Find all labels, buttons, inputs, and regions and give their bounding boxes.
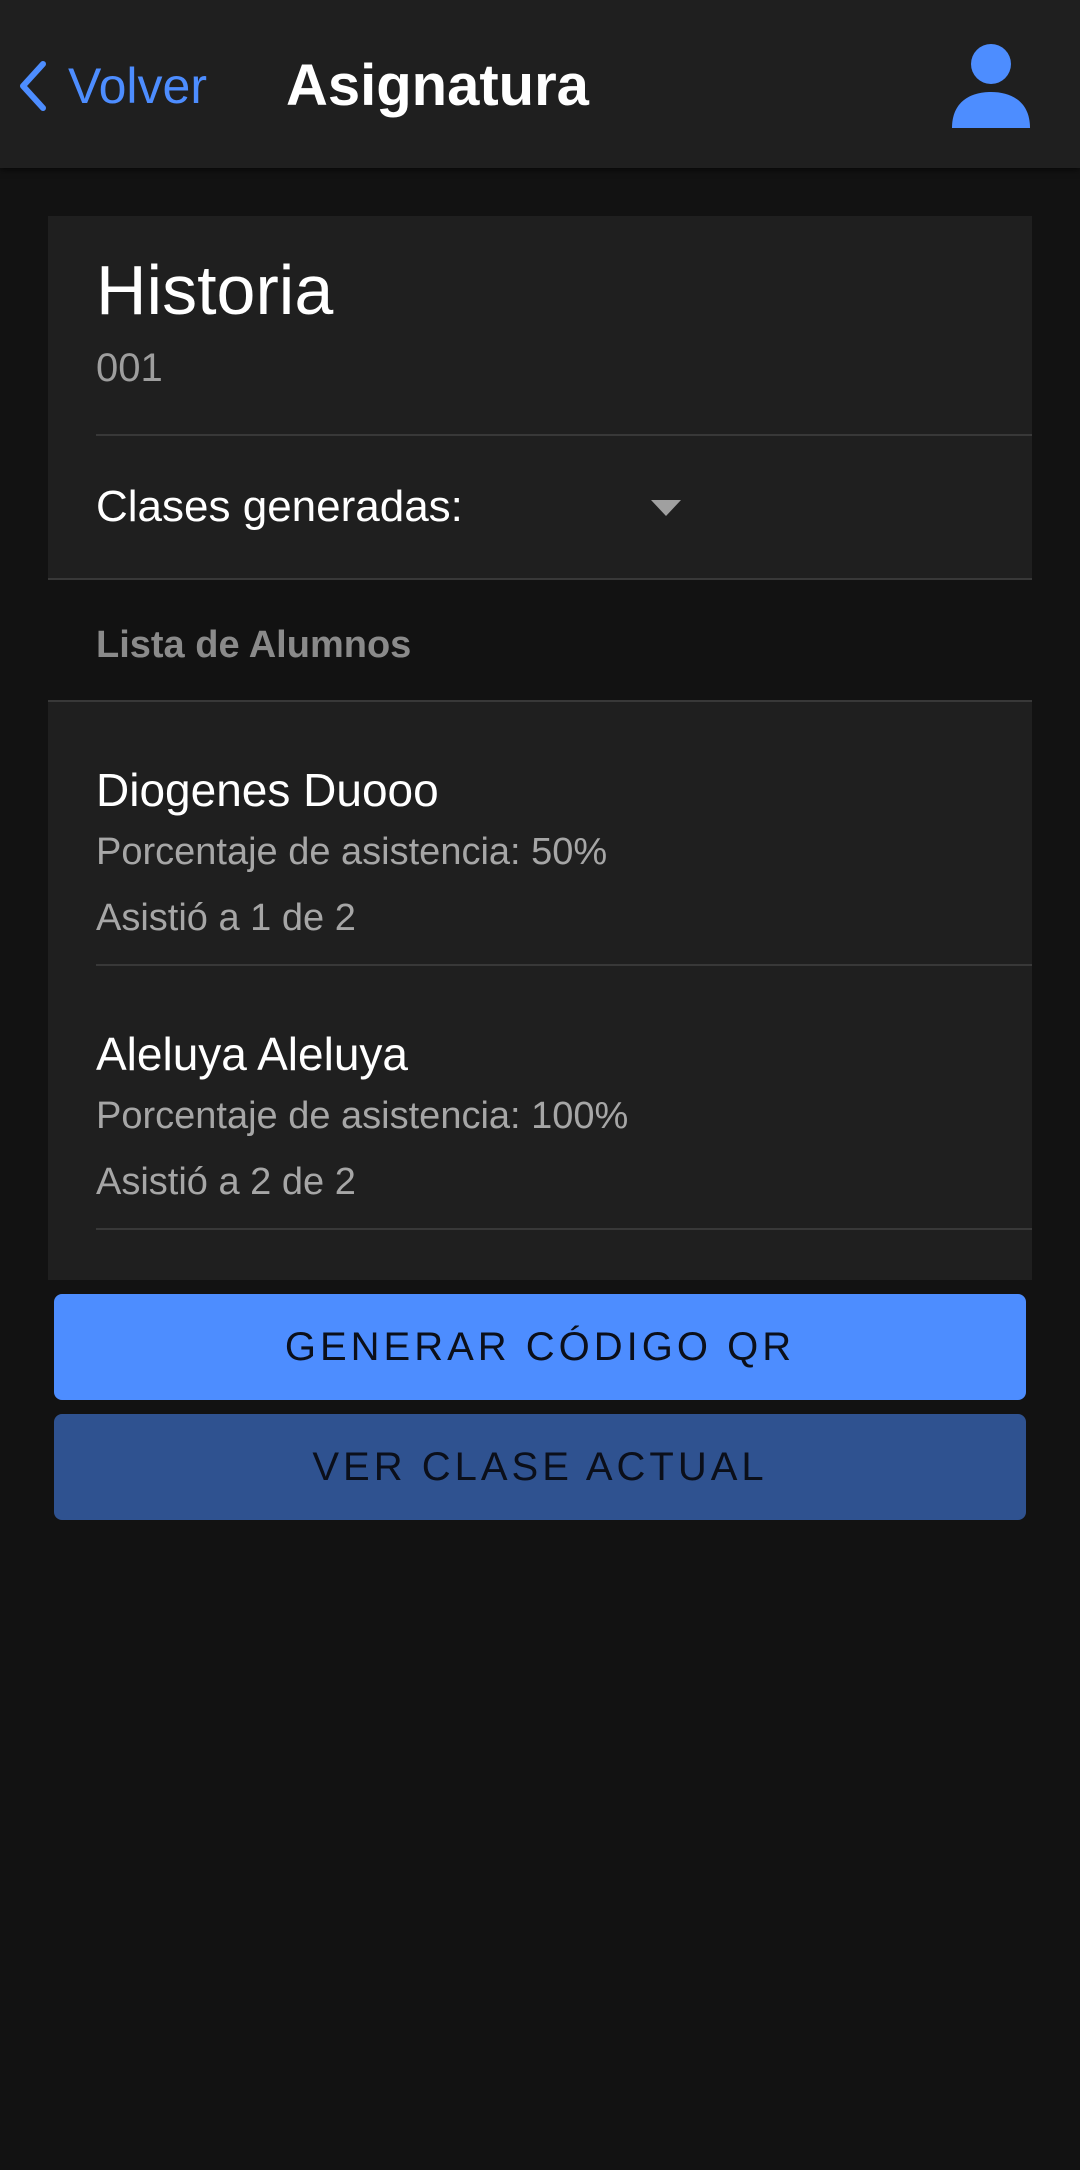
student-list-header: Lista de Alumnos	[96, 624, 412, 666]
student-name: Aleluya Aleluya	[96, 1028, 408, 1080]
divider	[96, 434, 1032, 436]
student-name: Diogenes Duooo	[96, 764, 439, 816]
chevron-left-icon	[18, 60, 48, 112]
attendance-percent: Porcentaje de asistencia: 50%	[96, 831, 608, 873]
list-item[interactable]: Diogenes Duooo Porcentaje de asistencia:…	[48, 702, 1032, 966]
view-current-class-button[interactable]: VER CLASE ACTUAL	[54, 1414, 1026, 1520]
person-icon[interactable]	[946, 40, 1036, 130]
subject-card: Historia 001 Clases generadas:	[48, 216, 1032, 580]
generate-qr-button[interactable]: GENERAR CÓDIGO QR	[54, 1294, 1026, 1400]
divider	[96, 1228, 1032, 1230]
attendance-count: Asistió a 1 de 2	[96, 897, 356, 939]
page-title: Asignatura	[286, 53, 589, 118]
subject-code: 001	[96, 346, 163, 390]
list-item[interactable]: Aleluya Aleluya Porcentaje de asistencia…	[48, 966, 1032, 1230]
classes-label: Clases generadas:	[96, 482, 463, 531]
subject-name: Historia	[96, 251, 334, 329]
attendance-count: Asistió a 2 de 2	[96, 1161, 356, 1203]
toolbar: Volver Asignatura	[0, 0, 1080, 168]
back-label: Volver	[68, 58, 207, 114]
dropdown-arrow-icon	[651, 500, 681, 516]
classes-select[interactable]: Clases generadas:	[96, 438, 696, 576]
attendance-percent: Porcentaje de asistencia: 100%	[96, 1095, 629, 1137]
divider	[48, 578, 1032, 580]
back-button[interactable]: Volver	[18, 48, 207, 124]
student-list: Diogenes Duooo Porcentaje de asistencia:…	[48, 700, 1032, 1280]
